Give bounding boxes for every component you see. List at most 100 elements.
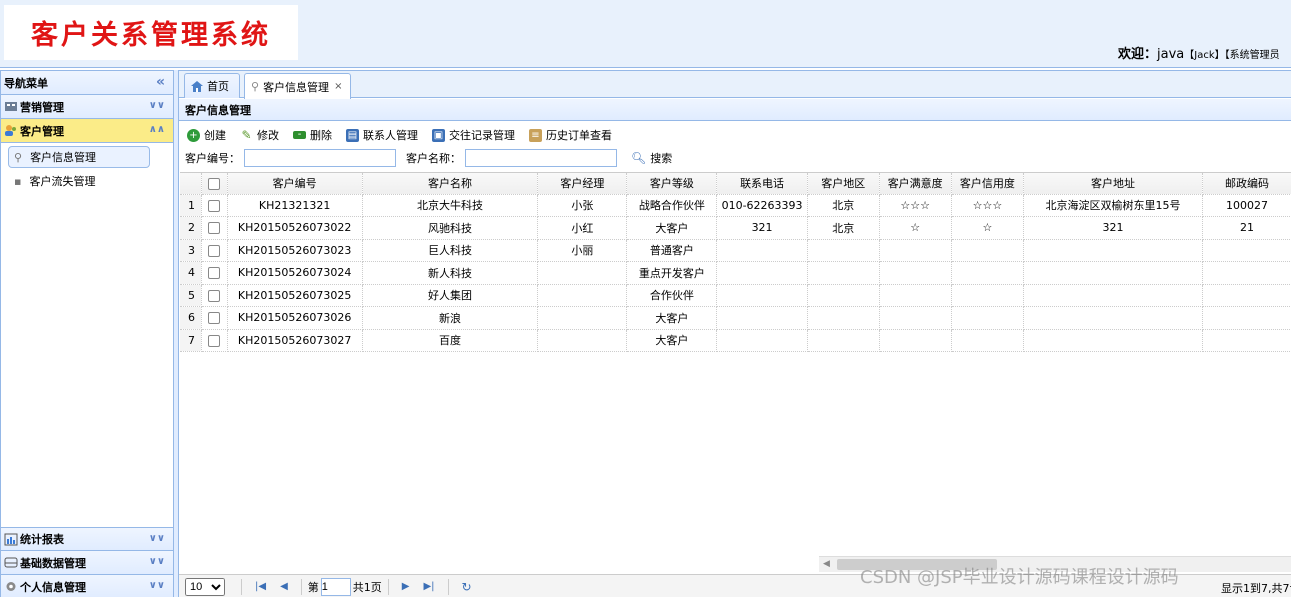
page-number-input[interactable] <box>320 577 351 596</box>
table-cell: 百度 <box>362 329 539 352</box>
column-header[interactable]: 客户信用度 <box>951 173 1025 195</box>
pager-divider <box>447 578 449 595</box>
edit-button[interactable]: ✎ 修改 <box>240 127 279 143</box>
main-panel: 首页 ⚲ 客户信息管理 × 客户信息管理 + 创建 ✎ 修改 - 删除 ▤ 联系… <box>178 70 1291 597</box>
header-checkbox[interactable] <box>201 173 228 195</box>
collapse-left-icon[interactable]: « <box>156 74 165 90</box>
table-cell: 风驰科技 <box>362 216 539 240</box>
table-cell <box>1023 329 1203 352</box>
contacts-button[interactable]: ▤ 联系人管理 <box>346 127 418 143</box>
contacts-label: 联系人管理 <box>363 129 418 142</box>
table-row[interactable]: 4 KH20150526073024 新人科技 重点开发客户 <box>180 261 1291 285</box>
table-cell: 大客户 <box>626 329 718 352</box>
row-checkbox[interactable] <box>208 289 221 302</box>
select-all-checkbox[interactable] <box>208 177 221 190</box>
tab-label: 客户信息管理 <box>263 80 330 94</box>
table-cell <box>1023 239 1203 262</box>
row-checkbox[interactable] <box>208 267 221 280</box>
table-cell <box>716 284 808 307</box>
table-cell: 战略合作伙伴 <box>626 194 718 217</box>
row-number: 6 <box>180 306 203 330</box>
tab-home[interactable]: 首页 <box>184 73 240 98</box>
column-header[interactable]: 客户经理 <box>537 173 628 195</box>
table-cell: KH20150526073026 <box>227 306 363 330</box>
row-checkbox-cell[interactable] <box>201 216 228 240</box>
records-button[interactable]: ▣ 交往记录管理 <box>432 127 515 143</box>
row-checkbox[interactable] <box>208 244 221 257</box>
column-header[interactable]: 客户满意度 <box>879 173 952 195</box>
chevron-down-icon: ∨∨ <box>148 580 165 591</box>
customer-code-input[interactable] <box>244 149 396 167</box>
table-row[interactable]: 1 KH21321321 北京大牛科技 小张 战略合作伙伴 010-62263393 北京 ☆… <box>180 194 1291 217</box>
row-checkbox-cell[interactable] <box>201 261 228 285</box>
table-cell <box>1202 261 1291 285</box>
table-cell <box>1023 261 1203 285</box>
nav-title: 导航菜单 « <box>1 71 173 95</box>
create-button[interactable]: + 创建 <box>187 127 226 143</box>
page-label: 第 <box>307 580 319 594</box>
refresh-icon[interactable]: ↻ <box>462 580 472 594</box>
table-row[interactable]: 5 KH20150526073025 好人集团 合作伙伴 <box>180 284 1291 307</box>
table-cell <box>716 329 808 352</box>
table-cell <box>1023 306 1203 330</box>
table-row[interactable]: 7 KH20150526073027 百度 大客户 <box>180 329 1291 352</box>
table-cell: 合作伙伴 <box>626 284 718 307</box>
column-header[interactable]: 客户地址 <box>1023 173 1203 195</box>
nav-section-personal[interactable]: 个人信息管理 ∨∨ <box>1 575 173 597</box>
panel-title: 客户信息管理 <box>179 99 1291 121</box>
table-cell <box>537 306 628 330</box>
row-checkbox-cell[interactable] <box>201 306 228 330</box>
document-icon: ≡ <box>529 128 542 142</box>
table-cell <box>951 284 1025 307</box>
customer-name-input[interactable] <box>465 149 617 167</box>
nav-section-reports[interactable]: 统计报表 ∨∨ <box>1 527 173 551</box>
table-row[interactable]: 3 KH20150526073023 巨人科技 小丽 普通客户 <box>180 239 1291 262</box>
delete-button[interactable]: - 删除 <box>293 127 332 143</box>
tab-customer-info[interactable]: ⚲ 客户信息管理 × <box>244 73 351 99</box>
row-number: 1 <box>180 194 203 217</box>
column-header[interactable]: 客户编号 <box>227 173 363 195</box>
column-header[interactable]: 邮政编码 <box>1202 173 1291 195</box>
row-checkbox[interactable] <box>208 222 221 235</box>
table-cell <box>807 239 880 262</box>
close-icon[interactable]: × <box>334 81 342 92</box>
row-checkbox-cell[interactable] <box>201 284 228 307</box>
row-checkbox[interactable] <box>208 312 221 325</box>
column-header[interactable]: 客户地区 <box>807 173 880 195</box>
last-page-icon[interactable]: ▶| <box>423 581 434 592</box>
row-number: 4 <box>180 261 203 285</box>
gear-icon <box>6 582 16 591</box>
row-checkbox-cell[interactable] <box>201 194 228 217</box>
page-size-select[interactable]: 10 <box>185 577 225 596</box>
table-cell <box>879 284 952 307</box>
next-page-icon[interactable]: ▶ <box>402 581 410 592</box>
table-cell <box>716 239 808 262</box>
nav-section-marketing[interactable]: 营销管理 ∨∨ <box>1 95 173 119</box>
nav-section-basedata[interactable]: 基础数据管理 ∨∨ <box>1 551 173 575</box>
tree-item-label: 客户流失管理 <box>29 175 96 188</box>
table-cell <box>716 306 808 330</box>
chart-icon <box>4 533 18 545</box>
marketing-icon <box>5 102 17 111</box>
row-checkbox-cell[interactable] <box>201 239 228 262</box>
first-page-icon[interactable]: |◀ <box>255 581 266 592</box>
row-checkbox[interactable] <box>208 334 221 347</box>
table-row[interactable]: 6 KH20150526073026 新浪 大客户 <box>180 306 1291 330</box>
scroll-left-icon[interactable]: ◀ <box>823 559 830 569</box>
table-cell: KH21321321 <box>227 194 363 217</box>
table-cell <box>1202 239 1291 262</box>
row-checkbox-cell[interactable] <box>201 329 228 352</box>
column-header[interactable]: 客户等级 <box>626 173 718 195</box>
column-header[interactable]: 联系电话 <box>716 173 808 195</box>
table-row[interactable]: 2 KH20150526073022 风驰科技 小红 大客户 321 北京 ☆ ☆ 321 21 <box>180 216 1291 240</box>
row-checkbox[interactable] <box>208 199 221 212</box>
search-button[interactable]: 🔍︎ 搜索 <box>631 150 672 166</box>
tree-item-customer-info[interactable]: ⚲ 客户信息管理 <box>8 146 150 168</box>
tree-item-customer-loss[interactable]: ▪ 客户流失管理 <box>2 170 172 192</box>
watermark: CSDN @JSP毕业设计源码课程设计源码 <box>860 567 1179 588</box>
prev-page-icon[interactable]: ◀ <box>280 581 288 592</box>
column-header[interactable]: 客户名称 <box>362 173 539 195</box>
users-icon <box>5 125 16 136</box>
orders-button[interactable]: ≡ 历史订单查看 <box>529 127 612 143</box>
nav-section-customer[interactable]: 客户管理 ∧∧ <box>1 119 173 143</box>
